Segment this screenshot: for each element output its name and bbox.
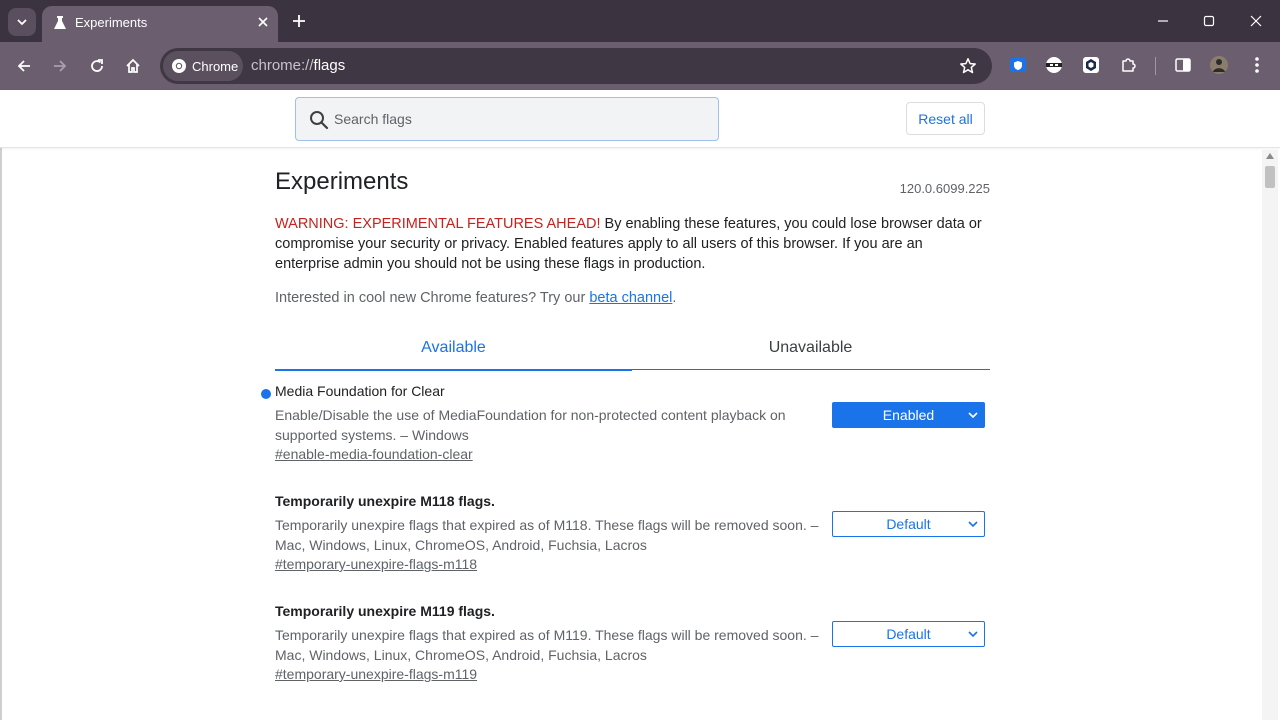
- flag-permalink[interactable]: #enable-media-foundation-clear: [275, 446, 473, 462]
- window-edge: [0, 90, 2, 720]
- flags-search-header: Reset all: [0, 90, 1280, 148]
- tab-search-button[interactable]: [8, 8, 36, 36]
- modified-indicator: [261, 389, 271, 399]
- cube-extension-button[interactable]: [1080, 54, 1102, 76]
- select-value: Default: [886, 516, 931, 532]
- tab-title: Experiments: [75, 15, 148, 30]
- warning-text: WARNING: EXPERIMENTAL FEATURES AHEAD! By…: [275, 214, 990, 274]
- side-panel-icon: [1175, 58, 1191, 72]
- ninja-extension-button[interactable]: [1043, 54, 1065, 76]
- maximize-icon: [1203, 15, 1215, 27]
- search-icon: [310, 111, 329, 130]
- version-label: 120.0.6099.225: [899, 181, 990, 196]
- flag-description: Temporarily unexpire flags that expired …: [275, 517, 819, 553]
- tab-close-button[interactable]: [254, 13, 272, 31]
- tab-unavailable[interactable]: Unavailable: [632, 326, 989, 370]
- forward-icon: [54, 60, 67, 72]
- side-panel-button[interactable]: [1172, 54, 1194, 76]
- flag-permalink[interactable]: #temporary-unexpire-flags-m119: [275, 666, 477, 682]
- kebab-menu-icon: [1255, 57, 1259, 73]
- ninja-extension-icon: [1046, 57, 1062, 73]
- site-info-chip[interactable]: Chrome: [163, 51, 243, 81]
- beta-promo-text: Interested in cool new Chrome features? …: [275, 290, 590, 306]
- chevron-down-icon: [968, 631, 978, 638]
- flag-name: Temporarily unexpire M119 flags.: [275, 603, 495, 619]
- flag-description: Enable/Disable the use of MediaFoundatio…: [275, 407, 786, 443]
- cube-extension-icon: [1083, 57, 1099, 73]
- flag-state-select[interactable]: Enabled: [832, 402, 985, 428]
- chevron-down-icon: [17, 19, 27, 26]
- reload-button[interactable]: [85, 54, 109, 78]
- forward-button[interactable]: [48, 54, 72, 78]
- select-value: Default: [886, 626, 931, 642]
- tab-available[interactable]: Available: [275, 326, 632, 371]
- maximize-button[interactable]: [1198, 10, 1220, 32]
- page-content: Reset all Experiments 120.0.6099.225 WAR…: [0, 90, 1280, 720]
- close-icon: [258, 17, 268, 27]
- toolbar: Chrome chrome://flags: [0, 42, 1280, 90]
- url-path: flags: [313, 57, 346, 74]
- chevron-down-icon: [968, 521, 978, 528]
- flag-name: Media Foundation for Clear: [275, 383, 445, 399]
- scrollbar[interactable]: [1262, 150, 1278, 720]
- shield-extension-button[interactable]: [1007, 54, 1029, 76]
- reload-icon: [91, 59, 103, 72]
- bookmark-button[interactable]: [957, 55, 979, 77]
- home-icon: [126, 58, 140, 73]
- chevron-down-icon: [968, 412, 978, 419]
- flags-tabs: Available Unavailable: [275, 326, 990, 371]
- page-title: Experiments: [275, 168, 409, 195]
- beta-promo: Interested in cool new Chrome features? …: [275, 290, 676, 306]
- close-icon: [1250, 15, 1262, 27]
- avatar: [1210, 56, 1228, 74]
- minimize-button[interactable]: [1152, 10, 1174, 32]
- flag-state-select[interactable]: Default: [832, 621, 985, 647]
- warning-heading: WARNING: EXPERIMENTAL FEATURES AHEAD!: [275, 216, 601, 232]
- url-text[interactable]: chrome://flags: [251, 57, 345, 74]
- puzzle-icon: [1122, 58, 1136, 72]
- shield-extension-icon: [1010, 58, 1026, 72]
- extensions-button[interactable]: [1118, 54, 1140, 76]
- tab-strip: Experiments: [0, 0, 1280, 42]
- beta-channel-link[interactable]: beta channel: [589, 290, 672, 306]
- reset-all-button[interactable]: Reset all: [906, 102, 985, 135]
- back-icon: [17, 60, 30, 72]
- tab-experiments[interactable]: Experiments: [42, 6, 278, 42]
- url-scheme: chrome://: [251, 57, 314, 74]
- beta-promo-end: .: [672, 290, 677, 306]
- address-bar[interactable]: Chrome chrome://flags: [160, 48, 992, 84]
- new-tab-button[interactable]: [288, 10, 310, 32]
- home-button[interactable]: [121, 54, 145, 78]
- minimize-icon: [1158, 20, 1168, 22]
- search-input[interactable]: [334, 98, 704, 140]
- flag-description: Temporarily unexpire flags that expired …: [275, 627, 819, 663]
- chrome-menu-button[interactable]: [1246, 54, 1268, 76]
- chip-label: Chrome: [192, 58, 239, 74]
- chrome-icon: [172, 59, 186, 73]
- flask-icon: [54, 16, 66, 29]
- window-close-button[interactable]: [1245, 10, 1267, 32]
- profile-button[interactable]: [1208, 54, 1230, 76]
- toolbar-separator: [1155, 57, 1156, 75]
- flag-permalink[interactable]: #temporary-unexpire-flags-m118: [275, 556, 477, 572]
- plus-icon: [293, 15, 305, 27]
- flag-state-select[interactable]: Default: [832, 511, 985, 537]
- scroll-up-arrow-icon[interactable]: [1266, 153, 1274, 159]
- search-box[interactable]: [295, 97, 719, 141]
- back-button[interactable]: [12, 54, 36, 78]
- flag-name: Temporarily unexpire M118 flags.: [275, 493, 495, 509]
- scroll-thumb[interactable]: [1265, 166, 1275, 188]
- star-icon: [960, 58, 976, 74]
- select-value: Enabled: [882, 407, 935, 423]
